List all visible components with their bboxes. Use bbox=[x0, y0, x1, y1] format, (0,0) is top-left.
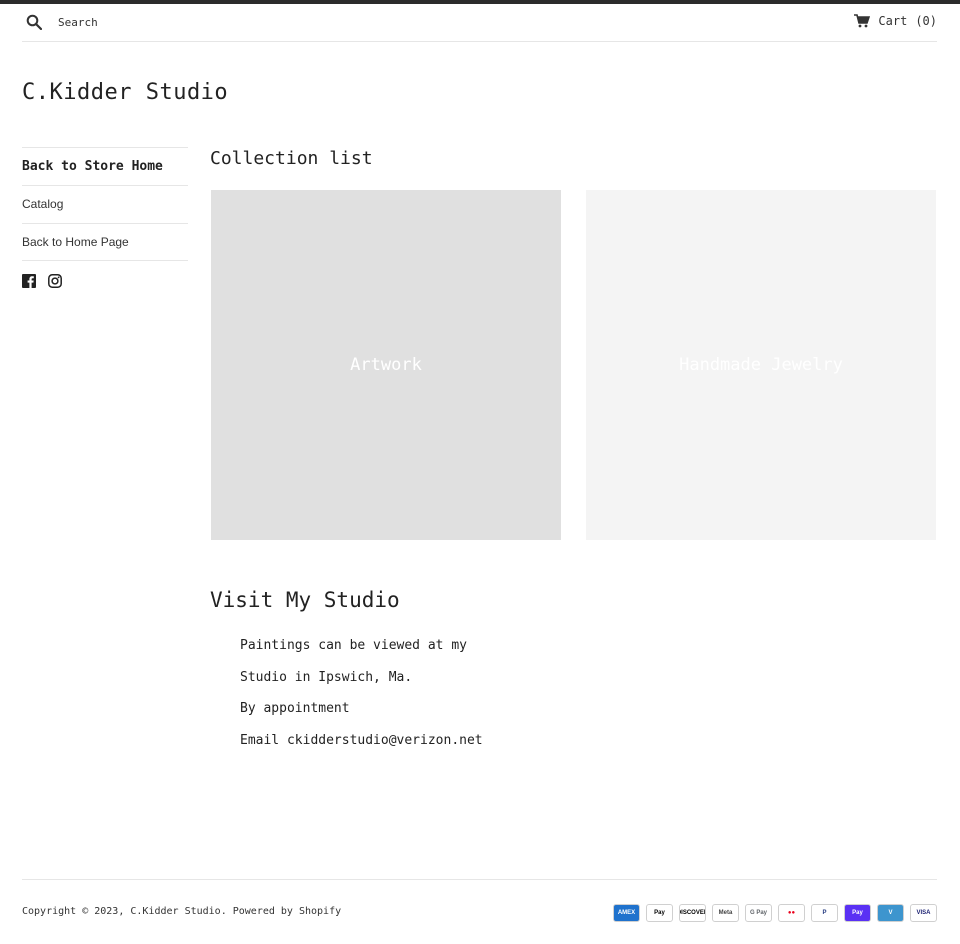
collection-tile-label: Artwork bbox=[350, 355, 422, 375]
sidebar-nav: Back to Store Home Catalog Back to Home … bbox=[22, 147, 188, 261]
search-icon[interactable] bbox=[26, 14, 42, 30]
social-links bbox=[22, 274, 62, 288]
site-header: Cart (0) bbox=[22, 4, 937, 42]
paypal-icon: P bbox=[811, 904, 838, 922]
discover-icon: DISCOVER bbox=[679, 904, 706, 922]
payment-icons: AMEX Pay DISCOVER Meta G Pay ●● P Pay V … bbox=[613, 904, 937, 922]
studio-description: Paintings can be viewed at my Studio in … bbox=[240, 636, 483, 762]
search-input[interactable] bbox=[58, 12, 358, 32]
visit-studio-title: Visit My Studio bbox=[210, 588, 400, 612]
apple-pay-icon: Pay bbox=[646, 904, 673, 922]
cart-icon bbox=[854, 14, 871, 28]
google-pay-icon: G Pay bbox=[745, 904, 772, 922]
cart-count: (0) bbox=[915, 14, 937, 28]
studio-line: Email ckidderstudio@verizon.net bbox=[240, 732, 483, 748]
collection-tile-artwork[interactable]: Artwork bbox=[211, 190, 561, 540]
amex-icon: AMEX bbox=[613, 904, 640, 922]
copyright-prefix: Copyright © 2023, bbox=[22, 906, 125, 917]
studio-line: By appointment bbox=[240, 701, 350, 716]
meta-pay-icon: Meta bbox=[712, 904, 739, 922]
cart-label: Cart bbox=[878, 14, 908, 28]
venmo-icon: V bbox=[877, 904, 904, 922]
sidebar-item-home-page[interactable]: Back to Home Page bbox=[22, 223, 188, 261]
cart-link[interactable]: Cart (0) bbox=[854, 14, 937, 28]
footer-store-link[interactable]: C.Kidder Studio bbox=[130, 906, 220, 917]
site-footer: Copyright © 2023, C.Kidder Studio. Power… bbox=[22, 879, 937, 922]
shop-pay-icon: Pay bbox=[844, 904, 871, 922]
studio-line: Paintings can be viewed at my bbox=[240, 638, 467, 653]
collection-list-title: Collection list bbox=[210, 148, 373, 169]
site-title[interactable]: C.Kidder Studio bbox=[22, 80, 228, 105]
instagram-icon[interactable] bbox=[48, 274, 62, 288]
powered-by: . Powered by Shopify bbox=[220, 906, 342, 917]
visa-icon: VISA bbox=[910, 904, 937, 922]
facebook-icon[interactable] bbox=[22, 274, 36, 288]
copyright: Copyright © 2023, C.Kidder Studio. Power… bbox=[22, 906, 341, 917]
collection-tile-label: Handmade Jewelry bbox=[679, 355, 843, 375]
collection-tile-handmade-jewelry[interactable]: Handmade Jewelry bbox=[586, 190, 936, 540]
sidebar-item-catalog[interactable]: Catalog bbox=[22, 185, 188, 223]
sidebar-item-store-home[interactable]: Back to Store Home bbox=[22, 147, 188, 185]
mastercard-icon: ●● bbox=[778, 904, 805, 922]
studio-line: Studio in Ipswich, Ma. bbox=[240, 669, 413, 685]
